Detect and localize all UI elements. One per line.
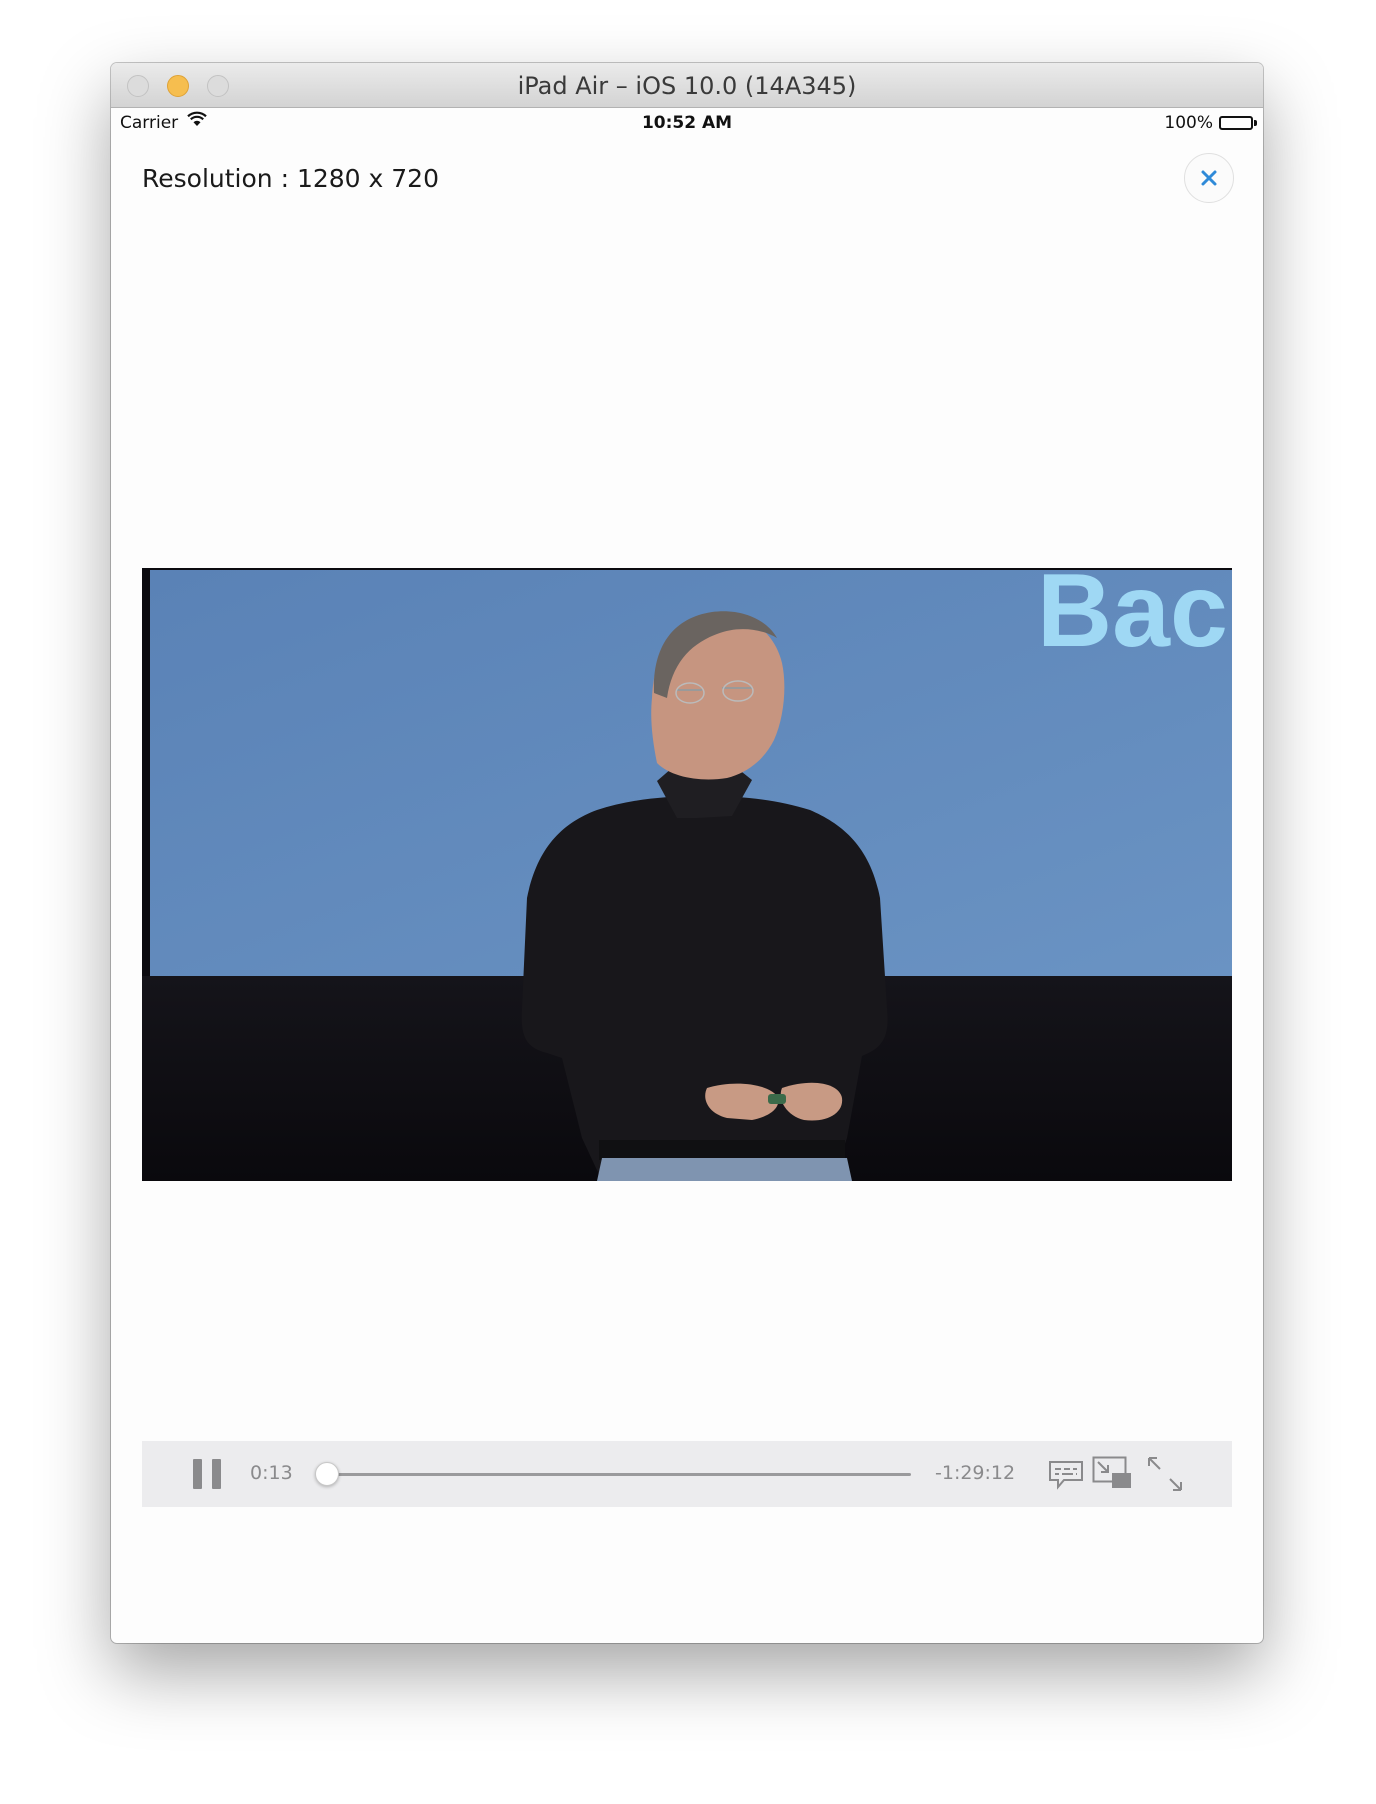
remaining-time: -1:29:12	[935, 1462, 1016, 1484]
picture-in-picture-icon[interactable]	[1092, 1456, 1132, 1495]
ios-status-bar: Carrier 10:52 AM 100%	[111, 108, 1263, 134]
elapsed-time: 0:13	[250, 1462, 293, 1484]
video-player[interactable]: Back	[142, 568, 1232, 1181]
simulator-window: iPad Air – iOS 10.0 (14A345) Carrier 10:…	[111, 63, 1263, 1643]
scrubber-knob[interactable]	[315, 1462, 340, 1486]
resolution-label: Resolution : 1280 x 720	[142, 164, 439, 193]
close-icon	[1201, 170, 1217, 186]
pause-icon-bar	[212, 1459, 221, 1489]
pause-icon	[193, 1459, 202, 1489]
close-button[interactable]	[1184, 153, 1234, 203]
scrubber-track[interactable]	[326, 1473, 911, 1476]
subtitles-icon[interactable]	[1048, 1460, 1084, 1495]
status-time: 10:52 AM	[641, 113, 733, 133]
pause-button[interactable]	[193, 1459, 223, 1489]
fullscreen-icon[interactable]	[1146, 1455, 1184, 1498]
battery-icon	[1219, 116, 1253, 130]
slide-text: Back	[1037, 568, 1232, 669]
battery-tip	[1254, 120, 1257, 126]
window-titlebar[interactable]: iPad Air – iOS 10.0 (14A345)	[111, 63, 1263, 108]
player-control-bar: 0:13 -1:29:12	[142, 1441, 1232, 1507]
battery-percentage: 100%	[1164, 113, 1213, 133]
video-frame: Back	[142, 568, 1232, 1181]
window-title: iPad Air – iOS 10.0 (14A345)	[517, 72, 857, 100]
